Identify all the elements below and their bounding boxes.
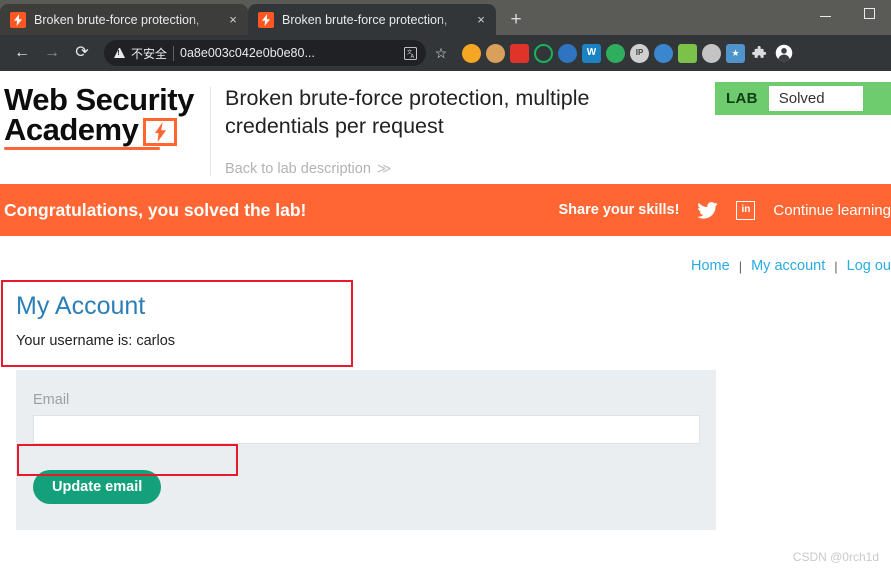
browser-chrome: Broken brute-force protection, × Broken … [0, 0, 891, 71]
page-content: Web Security Academy Broken brute-force … [0, 71, 891, 572]
ip-lookup-extension-icon[interactable]: IP [630, 43, 649, 63]
logo-line-1: Web Security [4, 82, 194, 117]
update-email-button[interactable]: Update email [33, 470, 162, 504]
twitter-bird-icon[interactable] [697, 201, 719, 219]
lab-badge-cap [863, 82, 891, 115]
url-text: 0a8e003c042e0b0e80... [180, 46, 315, 60]
logo-underline [4, 146, 160, 150]
forward-icon[interactable]: → [38, 39, 66, 67]
lab-solved-banner: Congratulations, you solved the lab! Sha… [0, 184, 891, 236]
address-bar[interactable]: 不安全 0a8e003c042e0b0e80... 文 A [104, 40, 426, 66]
window-controls [803, 0, 891, 26]
chevron-right-icon: ≫ [376, 160, 392, 177]
svg-text:A: A [410, 54, 414, 60]
cloud-gray-extension-icon[interactable] [702, 43, 721, 63]
translate-icon[interactable]: 文 A [402, 45, 418, 61]
tab-title: Broken brute-force protection, [34, 12, 200, 27]
nav-link-log-out[interactable]: Log ou [847, 258, 891, 274]
my-account-heading: My Account [16, 292, 146, 320]
back-icon[interactable]: ← [8, 39, 36, 67]
browser-toolbar: ← → ⟳ 不安全 0a8e003c042e0b0e80... 文 A ☆ W [0, 35, 891, 71]
not-secure-label: 不安全 [131, 46, 168, 61]
congratulations-message: Congratulations, you solved the lab! [4, 199, 307, 220]
status-badge: Solved [768, 86, 863, 111]
minimize-icon[interactable] [803, 0, 847, 26]
page-title: Broken brute-force protection, multiple … [225, 86, 590, 138]
maximize-icon[interactable] [847, 0, 891, 26]
gear-green-extension-icon[interactable] [534, 43, 553, 63]
orange-circle-extension-icon[interactable] [462, 43, 481, 63]
academy-header: Web Security Academy Broken brute-force … [0, 71, 891, 184]
profile-avatar-icon[interactable] [774, 44, 793, 63]
logo-line-2: Academy [4, 112, 139, 148]
paint-extension-icon[interactable] [558, 43, 577, 63]
close-icon[interactable]: × [472, 11, 490, 29]
share-your-skills-label: Share your skills! [558, 202, 680, 218]
username-text: Your username is: carlos [16, 333, 176, 349]
wappalyzer-extension-icon[interactable]: W [582, 43, 601, 63]
main-content: Home | My account | Log ou My Account Yo… [0, 236, 891, 530]
not-secure-warning-icon [114, 48, 125, 58]
web-security-academy-logo[interactable]: Web Security Academy [0, 82, 210, 150]
reload-icon[interactable]: ⟳ [68, 39, 96, 67]
close-icon[interactable]: × [224, 11, 242, 29]
cookie-extension-icon[interactable] [486, 43, 505, 63]
email-field[interactable] [33, 415, 700, 444]
site-nav: Home | My account | Log ou [16, 236, 891, 274]
lab-status-badge: LAB Solved [715, 82, 891, 115]
email-field-label: Email [33, 392, 70, 408]
back-to-lab-description-link[interactable]: Back to lab description ≫ [225, 160, 392, 177]
nav-link-my-account[interactable]: My account [751, 258, 825, 274]
lab-tag-label: LAB [726, 90, 758, 107]
continue-learning-link[interactable]: Continue learning [773, 202, 891, 219]
logo-line-2-row: Academy [4, 112, 210, 148]
banner-actions: Share your skills! in Continue learning [558, 200, 891, 220]
watermark: CSDN @0rch1d [792, 550, 879, 564]
lightning-bolt-icon [143, 117, 178, 146]
nav-separator: | [834, 258, 838, 274]
nav-link-home[interactable]: Home [691, 258, 730, 274]
nav-separator: | [738, 258, 743, 274]
update-email-form: Email Update email [16, 370, 716, 530]
browser-tab-2[interactable]: Broken brute-force protection, × [248, 4, 496, 35]
extensions-puzzle-icon[interactable] [750, 44, 769, 63]
globe-blue-extension-icon[interactable] [654, 43, 673, 63]
linkedin-icon[interactable]: in [736, 200, 756, 220]
burp-bolt-icon [10, 11, 26, 28]
extensions-strip: W IP ★ [462, 43, 793, 63]
burp-bolt-icon [258, 11, 274, 28]
browser-tab-1[interactable]: Broken brute-force protection, × [0, 4, 248, 35]
dice-extension-icon[interactable] [510, 43, 529, 63]
star-blue-extension-icon[interactable]: ★ [726, 43, 745, 63]
new-tab-button[interactable]: + [502, 5, 530, 33]
qr-code-extension-icon[interactable] [678, 43, 697, 63]
bookmark-star-icon[interactable]: ☆ [428, 40, 454, 66]
back-link-label: Back to lab description [225, 160, 371, 177]
tab-strip: Broken brute-force protection, × Broken … [0, 0, 891, 35]
omnibox-divider [173, 45, 175, 61]
globe-green-extension-icon[interactable] [606, 43, 625, 63]
tab-title: Broken brute-force protection, [282, 12, 448, 27]
